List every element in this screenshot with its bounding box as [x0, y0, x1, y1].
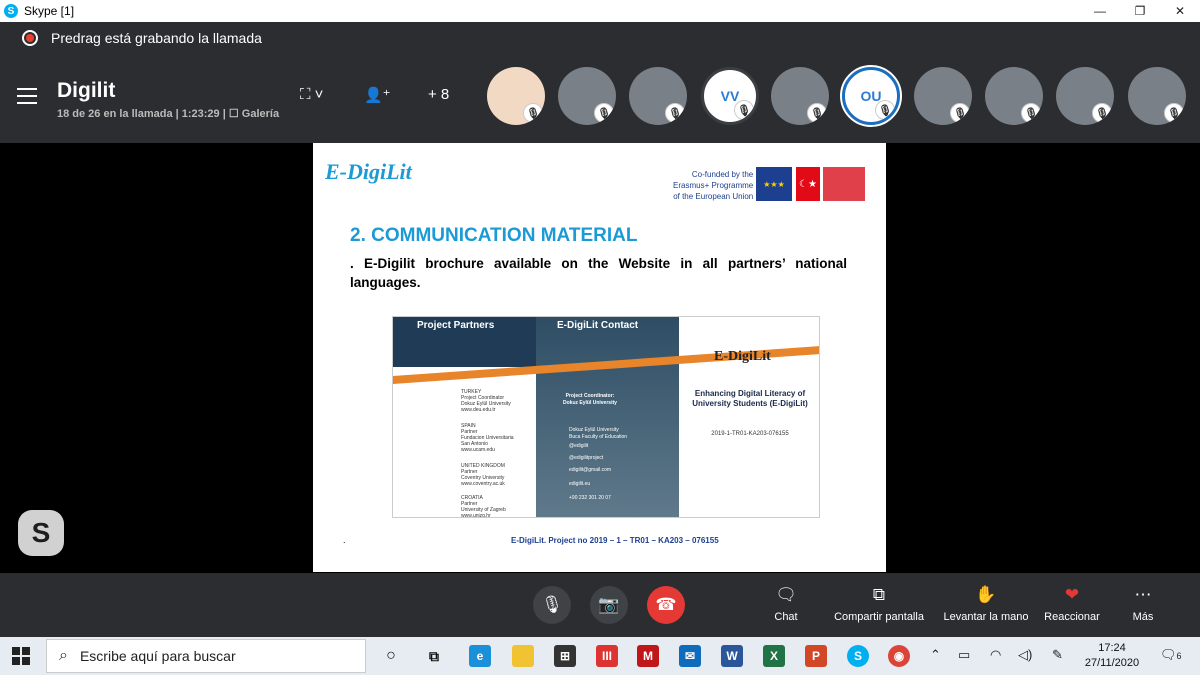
skype-watermark-icon: S [18, 510, 64, 556]
call-info[interactable]: 18 de 26 en la llamada | 1:23:29 | ☐ Gal… [57, 107, 279, 120]
participant-avatar[interactable]: 🎙 [629, 67, 687, 125]
app-icon[interactable]: III [596, 645, 618, 667]
muted-mic-icon: 🎙 [523, 103, 543, 123]
edge-icon[interactable]: e [469, 645, 491, 667]
maximize-button[interactable]: ❐ [1120, 0, 1160, 22]
muted-mic-icon: 🎙 [1092, 103, 1112, 123]
skype-logo-icon: S [4, 4, 18, 18]
contact-text: @edigilitproject [569, 455, 604, 461]
notifications-icon[interactable]: 🗨6 [1160, 647, 1182, 663]
hamburger-menu-icon[interactable] [17, 88, 37, 109]
window-titlebar: S Skype [1] — ❐ ✕ [0, 0, 1200, 22]
muted-mic-icon: 🎙 [1021, 103, 1041, 123]
taskbar-clock[interactable]: 17:24 27/11/2020 [1082, 641, 1142, 671]
slide-dot: . [343, 535, 346, 545]
participant-avatar[interactable]: VV 🎙 [701, 67, 759, 125]
coordinator-text: Project Coordinator: Dokuz Eylül Univers… [563, 393, 617, 406]
call-title: Digilit [57, 79, 116, 102]
windows-taskbar: ⌕ Escribe aquí para buscar ○ ⧉ e ⊞ III M… [0, 637, 1200, 675]
brochure-partners-heading: Project Partners [417, 320, 495, 331]
muted-mic-icon: 🎙 [734, 100, 754, 120]
skype-taskbar-icon[interactable]: S [847, 645, 869, 667]
cortana-icon[interactable]: ○ [380, 645, 402, 667]
partner-text: CROATIA Partner University of Zagreb www… [461, 495, 506, 518]
muted-mic-icon: 🎙 [875, 100, 895, 120]
wifi-icon[interactable]: ◠ [990, 647, 1001, 663]
call-header: Predrag está grabando la llamada Digilit… [0, 22, 1200, 143]
muted-mic-icon: 🎙 [1164, 103, 1184, 123]
eu-flag-icon: ★★★ [756, 167, 792, 201]
window-title: Skype [1] [24, 4, 75, 18]
turkey-flag-icon: ☾★ [796, 167, 820, 201]
microphone-mute-button[interactable]: 🎙 [533, 586, 571, 624]
excel-icon[interactable]: X [763, 645, 785, 667]
task-view-icon[interactable]: ⧉ [423, 645, 445, 667]
shared-screen-area: E-DigiLit Co-funded by the Erasmus+ Prog… [0, 143, 1200, 573]
mail-icon[interactable]: ✉ [679, 645, 701, 667]
slide-title: 2. COMMUNICATION MATERIAL [350, 225, 638, 246]
camera-off-button[interactable]: 📷 [590, 586, 628, 624]
add-participant-icon[interactable]: 👤⁺ [364, 86, 391, 104]
edigilit-logo: E-DigiLit [325, 159, 412, 184]
slide-body: . E-Digilit brochure available on the We… [350, 256, 847, 290]
battery-icon[interactable]: ▭ [958, 647, 970, 663]
participant-avatar[interactable]: 🎙 [1128, 67, 1186, 125]
presentation-slide: E-DigiLit Co-funded by the Erasmus+ Prog… [313, 143, 886, 572]
more-button[interactable]: ⋯ Más [1088, 585, 1198, 623]
contact-text: edigilit.eu [569, 481, 591, 487]
brochure-contact-heading: E-DigiLit Contact [557, 320, 639, 331]
store-icon[interactable]: ⊞ [554, 645, 576, 667]
minimize-button[interactable]: — [1080, 0, 1120, 22]
more-participants-count[interactable]: + 8 [428, 86, 449, 103]
tray-chevron-icon[interactable]: ⌃ [930, 647, 941, 663]
call-controls: 🎙 📷 ☎ 🗨 Chat ⧉ Compartir pantalla ✋ Levanta… [0, 573, 1200, 637]
muted-mic-icon: 🎙 [807, 103, 827, 123]
partner-logo [823, 167, 865, 201]
contact-text: edigilit@gmail.com [569, 467, 612, 473]
pen-icon[interactable]: ✎ [1052, 647, 1063, 663]
participant-avatar[interactable]: 🎙 [558, 67, 616, 125]
taskbar-search-input[interactable]: ⌕ Escribe aquí para buscar [46, 639, 366, 673]
participant-avatar[interactable]: 🎙 [771, 67, 829, 125]
participant-avatar[interactable]: 🎙 [985, 67, 1043, 125]
participant-avatar[interactable]: 🎙 [1056, 67, 1114, 125]
contact-text: @edigilit [569, 443, 589, 449]
muted-mic-icon: 🎙 [665, 103, 685, 123]
file-explorer-icon[interactable] [512, 645, 534, 667]
word-icon[interactable]: W [721, 645, 743, 667]
brochure-logo: E-DigiLit [714, 349, 771, 364]
participant-avatar[interactable]: 🎙 [914, 67, 972, 125]
participant-avatar[interactable]: OU 🎙 [840, 65, 902, 127]
brochure-image: Project Partners E-DigiLit Contact TURKE… [392, 316, 820, 518]
contact-text: Dokuz Eylül University Buca Faculty of E… [569, 427, 628, 440]
muted-mic-icon: 🎙 [594, 103, 614, 123]
mcafee-icon[interactable]: M [637, 645, 659, 667]
slide-footer: E-DigiLit. Project no 2019 – 1 – TR01 – … [511, 536, 719, 545]
recording-text: Predrag está grabando la llamada [51, 30, 262, 46]
powerpoint-icon[interactable]: P [805, 645, 827, 667]
brochure-code: 2019-1-TR01-KA203-076155 [711, 431, 789, 437]
cofund-text: Co-funded by the Erasmus+ Programme of t… [673, 170, 754, 201]
end-call-button[interactable]: ☎ [647, 586, 685, 624]
layout-switch-icon[interactable]: ⛶ ˅ [300, 86, 323, 103]
share-screen-icon: ⧉ [872, 585, 886, 604]
brochure-right-title: Enhancing Digital Literacy of University… [692, 389, 808, 408]
windows-start-icon[interactable] [12, 647, 30, 665]
share-screen-button[interactable]: ⧉ Compartir pantalla [824, 585, 934, 623]
more-icon: ⋯ [1134, 585, 1152, 604]
partner-text: UNITED KINGDOM Partner Coventry Universi… [461, 463, 505, 487]
close-button[interactable]: ✕ [1160, 0, 1200, 22]
participant-avatar[interactable]: 🎙 [487, 67, 545, 125]
volume-icon[interactable]: ◁) [1018, 647, 1032, 663]
muted-mic-icon: 🎙 [950, 103, 970, 123]
recording-icon [22, 30, 38, 46]
partner-text: TURKEY Project Coordinator Dokuz Eylül U… [461, 389, 511, 413]
partner-text: SPAIN Partner Fundacion Universitaria Sa… [461, 423, 514, 453]
search-icon: ⌕ [59, 647, 68, 664]
contact-text: +90 232 301 20 07 [569, 495, 611, 501]
chrome-icon[interactable]: ◉ [888, 645, 910, 667]
